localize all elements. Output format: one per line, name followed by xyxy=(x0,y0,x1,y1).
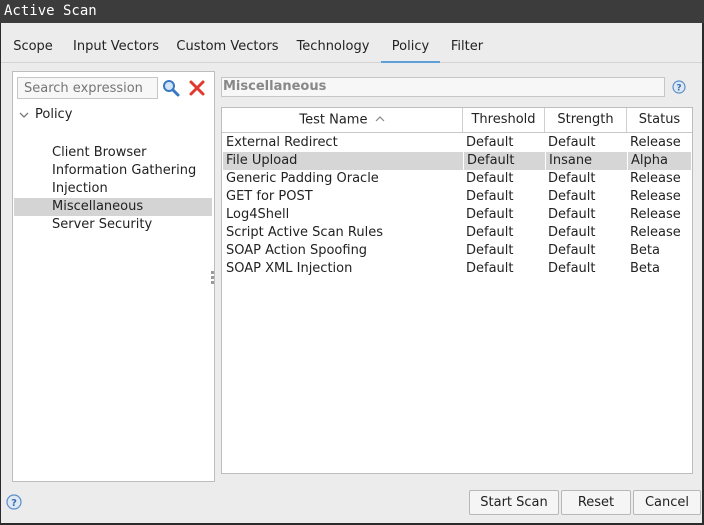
cell-threshold[interactable]: Default xyxy=(463,260,545,278)
cell-test-name: Generic Padding Oracle xyxy=(226,171,379,186)
split-pane-divider[interactable] xyxy=(211,271,214,285)
rules-panel: Miscellaneous ? Test Name Threshold Stre… xyxy=(215,71,700,482)
table-row[interactable]: Log4Shell Default Default Release xyxy=(223,206,691,224)
cell-strength[interactable]: Default xyxy=(545,206,627,224)
chevron-down-icon[interactable] xyxy=(18,109,30,121)
sort-ascending-icon xyxy=(375,108,385,132)
cell-strength[interactable]: Default xyxy=(545,188,627,206)
tab-filter[interactable]: Filter xyxy=(442,23,492,63)
svg-text:?: ? xyxy=(676,84,681,94)
cell-threshold[interactable]: Default xyxy=(463,188,545,206)
cell-strength[interactable]: Insane xyxy=(545,152,627,170)
reset-button[interactable]: Reset xyxy=(561,490,631,515)
cell-test-name: GET for POST xyxy=(226,189,313,204)
cell-test-name: External Redirect xyxy=(226,135,338,150)
cell-status: Release xyxy=(630,171,681,186)
window-title: Active Scan xyxy=(0,0,704,23)
cell-strength[interactable]: Default xyxy=(545,134,627,152)
table-row[interactable]: External Redirect Default Default Releas… xyxy=(223,134,691,152)
cell-threshold[interactable]: Default xyxy=(463,206,545,224)
search-input[interactable] xyxy=(17,77,158,99)
tree-root-policy[interactable]: Policy xyxy=(18,106,214,124)
tab-scope[interactable]: Scope xyxy=(4,23,62,63)
help-icon[interactable]: ? xyxy=(672,80,686,94)
tree-item-miscellaneous[interactable]: Miscellaneous xyxy=(14,198,212,216)
tab-technology[interactable]: Technology xyxy=(287,23,379,63)
table-row[interactable]: SOAP XML Injection Default Default Beta xyxy=(223,260,691,278)
column-header-test-name[interactable]: Test Name xyxy=(222,108,463,132)
cell-status: Beta xyxy=(630,261,660,276)
cell-status: Release xyxy=(630,135,681,150)
cell-strength[interactable]: Default xyxy=(545,170,627,188)
table-header: Test Name Threshold Strength Status xyxy=(222,108,692,133)
column-header-strength[interactable]: Strength xyxy=(545,108,627,132)
category-tree-panel: Policy Client Browser Information Gather… xyxy=(12,71,215,482)
category-name-field: Miscellaneous xyxy=(221,77,665,97)
table-row[interactable]: SOAP Action Spoofing Default Default Bet… xyxy=(223,242,691,260)
tree-item-information-gathering[interactable]: Information Gathering xyxy=(14,162,212,180)
cell-status: Release xyxy=(630,207,681,222)
tab-bar: Scope Input Vectors Custom Vectors Techn… xyxy=(1,23,702,63)
tab-input-vectors[interactable]: Input Vectors xyxy=(64,23,168,63)
cell-test-name: SOAP Action Spoofing xyxy=(226,243,368,258)
start-scan-button[interactable]: Start Scan xyxy=(469,490,559,515)
cell-threshold[interactable]: Default xyxy=(463,170,545,188)
cell-status: Release xyxy=(630,189,681,204)
tree-item-server-security[interactable]: Server Security xyxy=(14,216,212,234)
cell-status: Beta xyxy=(630,243,660,258)
help-icon[interactable]: ? xyxy=(6,494,22,510)
table-row[interactable]: GET for POST Default Default Release xyxy=(223,188,691,206)
cancel-button[interactable]: Cancel xyxy=(633,490,701,515)
cell-threshold[interactable]: Default xyxy=(463,242,545,260)
tree-item-injection[interactable]: Injection xyxy=(14,180,212,198)
cell-strength[interactable]: Default xyxy=(545,224,627,242)
tree-root-label: Policy xyxy=(35,107,73,122)
active-scan-dialog: Scope Input Vectors Custom Vectors Techn… xyxy=(1,23,702,523)
cell-threshold[interactable]: Default xyxy=(463,224,545,242)
column-header-threshold[interactable]: Threshold xyxy=(463,108,545,132)
cell-test-name: Log4Shell xyxy=(226,207,290,222)
tab-policy[interactable]: Policy xyxy=(381,23,440,63)
tree-item-client-browser[interactable]: Client Browser xyxy=(14,144,212,162)
cell-status: Release xyxy=(630,225,681,240)
cell-strength[interactable]: Default xyxy=(545,260,627,278)
table-row[interactable]: Script Active Scan Rules Default Default… xyxy=(223,224,691,242)
clear-icon[interactable] xyxy=(187,78,207,98)
cell-threshold[interactable]: Default xyxy=(463,152,545,170)
tab-custom-vectors[interactable]: Custom Vectors xyxy=(170,23,285,63)
cell-test-name: SOAP XML Injection xyxy=(226,261,353,276)
table-row[interactable]: File Upload Default Insane Alpha xyxy=(223,152,691,170)
column-header-status[interactable]: Status xyxy=(627,108,692,132)
search-icon[interactable] xyxy=(161,78,181,98)
table-row[interactable]: Generic Padding Oracle Default Default R… xyxy=(223,170,691,188)
rules-table: Test Name Threshold Strength Status Exte… xyxy=(221,107,693,474)
cell-status: Alpha xyxy=(627,152,691,170)
svg-text:?: ? xyxy=(11,498,17,509)
cell-test-name: File Upload xyxy=(226,153,298,168)
cell-threshold[interactable]: Default xyxy=(463,134,545,152)
cell-strength[interactable]: Default xyxy=(545,242,627,260)
cell-test-name: Script Active Scan Rules xyxy=(226,225,383,240)
